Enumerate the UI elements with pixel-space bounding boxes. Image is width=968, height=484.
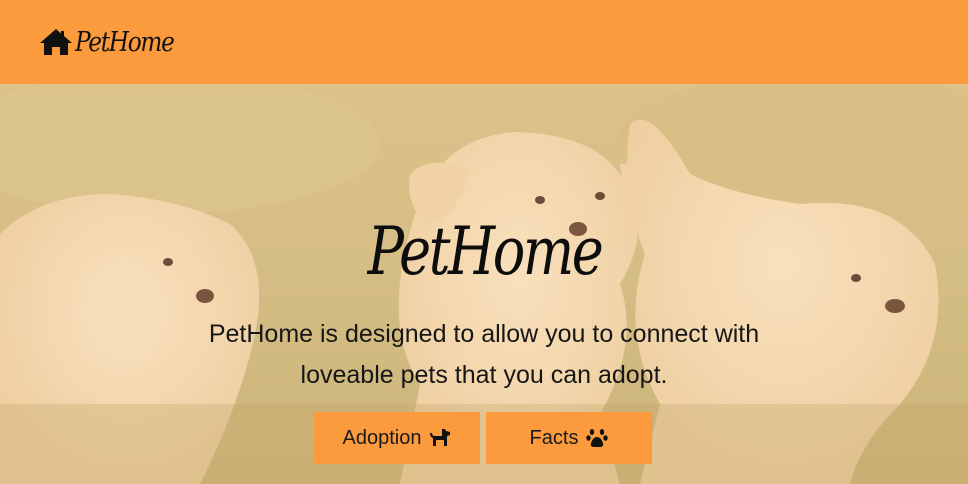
dog-icon	[429, 428, 451, 448]
hero-buttons: Adoption Facts	[314, 412, 652, 464]
hero-title: PetHome	[367, 213, 603, 290]
hero-description: PetHome is designed to allow you to conn…	[208, 320, 760, 389]
facts-button[interactable]: Facts	[486, 412, 652, 464]
adoption-button-label: Adoption	[342, 426, 422, 449]
adoption-button[interactable]: Adoption	[314, 412, 480, 464]
navbar: PetHome	[0, 0, 968, 84]
hero-content: PetHome PetHome is designed to allow you…	[0, 84, 968, 484]
brand-name: PetHome	[75, 26, 175, 58]
facts-button-label: Facts	[529, 426, 579, 449]
brand-link[interactable]: PetHome	[39, 27, 190, 58]
paw-icon	[586, 428, 609, 448]
hero-section: PetHome PetHome is designed to allow you…	[0, 84, 968, 484]
house-icon	[39, 28, 73, 56]
